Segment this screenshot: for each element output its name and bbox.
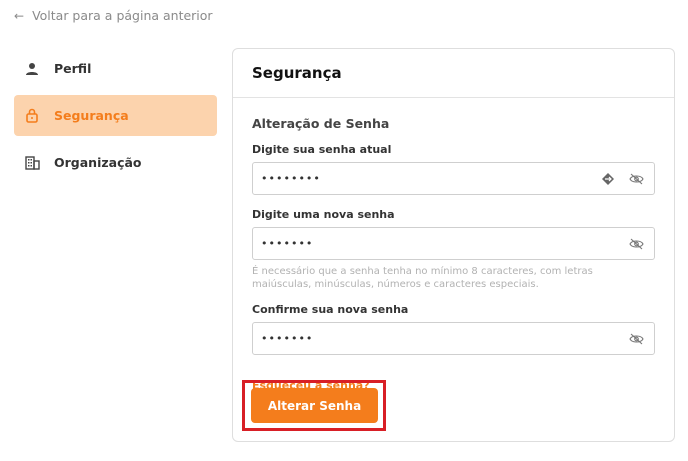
sidebar: Perfil Segurança Organização xyxy=(14,48,217,189)
lock-icon xyxy=(24,108,40,124)
back-link-label: Voltar para a página anterior xyxy=(32,8,213,23)
sidebar-item-organizacao[interactable]: Organização xyxy=(14,142,217,183)
new-password-field[interactable]: ••••••• xyxy=(252,227,655,260)
eye-off-icon[interactable] xyxy=(628,331,644,347)
building-icon xyxy=(24,155,40,171)
confirm-password-field[interactable]: ••••••• xyxy=(252,322,655,355)
password-manager-icon[interactable] xyxy=(600,171,616,187)
password-hint: É necessário que a senha tenha no mínimo… xyxy=(252,266,593,290)
change-password-button[interactable]: Alterar Senha xyxy=(251,388,378,423)
sidebar-item-perfil[interactable]: Perfil xyxy=(14,48,217,89)
eye-off-icon[interactable] xyxy=(628,171,644,187)
confirm-password-value: ••••••• xyxy=(261,332,314,345)
sidebar-item-seguranca[interactable]: Segurança xyxy=(14,95,217,136)
user-icon xyxy=(24,61,40,77)
sidebar-item-label: Segurança xyxy=(54,108,129,123)
eye-off-icon[interactable] xyxy=(628,236,644,252)
new-password-label: Digite uma nova senha xyxy=(252,208,395,221)
current-password-value: •••••••• xyxy=(261,172,321,185)
arrow-left-icon: ← xyxy=(14,8,25,23)
new-password-value: ••••••• xyxy=(261,237,314,250)
sidebar-item-label: Organização xyxy=(54,155,142,170)
card-body: Alteração de Senha Digite sua senha atua… xyxy=(233,98,674,411)
card-header: Segurança xyxy=(233,49,674,98)
back-link[interactable]: ← Voltar para a página anterior xyxy=(14,8,213,23)
current-password-field[interactable]: •••••••• xyxy=(252,162,655,195)
confirm-password-label: Confirme sua nova senha xyxy=(252,303,409,316)
page-title: Segurança xyxy=(252,64,342,82)
sidebar-item-label: Perfil xyxy=(54,61,92,76)
current-password-label: Digite sua senha atual xyxy=(252,143,392,156)
section-title: Alteração de Senha xyxy=(252,116,390,131)
